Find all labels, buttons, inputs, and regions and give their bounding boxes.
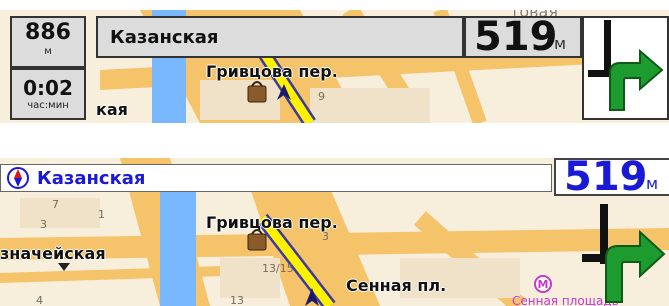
current-street-name: Казанская bbox=[110, 27, 219, 48]
house-number: 13/15 bbox=[262, 262, 294, 275]
house-number: 9 bbox=[318, 90, 325, 103]
position-arrow-icon bbox=[277, 84, 291, 100]
navigation-view-1: Гривцова пер. кая товая 9 886 м 0:02 час… bbox=[0, 10, 669, 123]
next-maneuver-box[interactable] bbox=[582, 16, 669, 120]
next-turn-distance: 519 м bbox=[554, 158, 669, 200]
house-number: 7 bbox=[52, 198, 59, 211]
time-remaining-value: 0:02 bbox=[23, 76, 73, 100]
total-distance-value: 886 bbox=[25, 20, 71, 45]
shopping-bag-icon[interactable] bbox=[246, 78, 268, 104]
current-street-name: Казанская bbox=[37, 168, 146, 189]
position-arrow-icon bbox=[305, 288, 319, 306]
house-number: 3 bbox=[40, 218, 47, 231]
next-turn-distance-unit: м bbox=[646, 174, 659, 193]
metro-m-icon[interactable]: М bbox=[533, 274, 553, 294]
navigation-view-2: 1 3 7 4 13 13/15 3 Гривцова пер. значейс… bbox=[0, 158, 669, 306]
time-remaining-box: 0:02 час:мин bbox=[10, 68, 86, 120]
house-number: 13 bbox=[230, 294, 244, 306]
map-square-label: Сенная пл. bbox=[346, 276, 447, 295]
next-maneuver-box[interactable] bbox=[574, 198, 669, 306]
next-turn-distance-value: 519 bbox=[474, 14, 558, 60]
compass-icon[interactable] bbox=[7, 167, 29, 189]
map-street-label: Гривцова пер. bbox=[206, 213, 338, 232]
total-distance-unit: м bbox=[44, 46, 52, 57]
shopping-bag-icon[interactable] bbox=[246, 226, 268, 252]
time-remaining-unit: час:мин bbox=[27, 100, 69, 111]
next-turn-distance: 519 м bbox=[464, 14, 582, 60]
map-street-label: кая bbox=[96, 100, 128, 119]
map-street-label: Гривцова пер. bbox=[206, 62, 338, 81]
next-turn-distance-unit: м bbox=[554, 34, 567, 53]
turn-right-arrow-icon bbox=[588, 20, 664, 111]
house-number: 4 bbox=[36, 294, 43, 306]
current-street-bar: Казанская bbox=[96, 16, 464, 58]
direction-marker-icon bbox=[58, 263, 70, 271]
current-street-bar: Казанская bbox=[0, 164, 552, 192]
turn-right-arrow-icon bbox=[582, 204, 666, 303]
house-number: 1 bbox=[98, 208, 105, 221]
next-turn-distance-value: 519 bbox=[564, 158, 648, 200]
map-street-label: значейская bbox=[0, 244, 106, 263]
metro-symbol: М bbox=[538, 278, 549, 291]
total-distance-box: 886 м bbox=[10, 16, 86, 68]
